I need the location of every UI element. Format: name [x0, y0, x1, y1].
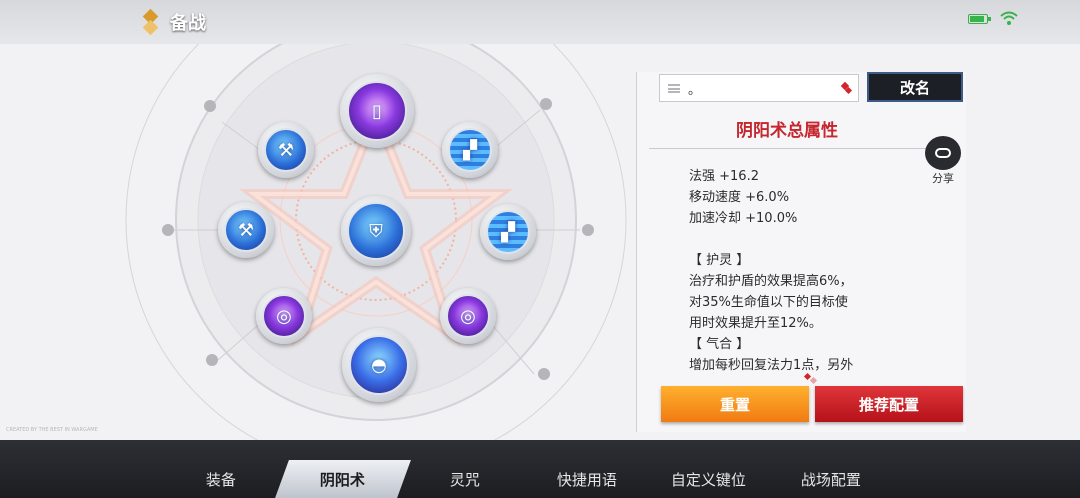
swirl-ornament: [582, 224, 594, 236]
rename-button[interactable]: 改名: [867, 72, 963, 102]
share-label: 分享: [932, 172, 954, 185]
talent-tree-background: [125, 44, 627, 440]
watermark-text: CREATED BY THE BEST IN WARGAME: [6, 427, 98, 433]
tab-label: 灵咒: [449, 470, 480, 489]
recommend-config-button[interactable]: 推荐配置: [815, 386, 963, 422]
tab-label: 快捷用语: [556, 470, 617, 489]
swirl-ornament: [540, 98, 552, 110]
tab-yinyang[interactable]: 阴阳术: [275, 460, 411, 498]
tab-battle-config[interactable]: 战场配置: [763, 460, 899, 498]
talent-node-upper-right[interactable]: ▞: [442, 122, 498, 178]
talent-node-lower-right[interactable]: ◎: [440, 288, 496, 344]
bottom-tab-bar: 装备 阴阳术 灵咒 快捷用语 自定义键位 战场配置: [0, 440, 1080, 498]
vortex-icon: ◎: [460, 305, 476, 327]
talent-node-middle-left[interactable]: ⚒: [218, 202, 274, 258]
title-divider: [649, 148, 929, 149]
title-group: 备战: [140, 8, 206, 36]
red-diamond-icon: [805, 374, 819, 386]
battery-icon: [968, 14, 991, 24]
list-icon: [668, 83, 680, 93]
config-name-field[interactable]: 。: [659, 74, 859, 102]
tab-list: 装备 阴阳术 灵咒 快捷用语 自定义键位 战场配置: [160, 460, 892, 498]
reset-button[interactable]: 重置: [661, 386, 809, 422]
talent-node-lower-left[interactable]: ◎: [256, 288, 312, 344]
attribute-text: 法强 +16.2 移动速度 +6.0% 加速冷却 +10.0% 【 护灵 】 治…: [689, 169, 854, 373]
tab-equipment[interactable]: 装备: [153, 460, 289, 498]
tab-label: 阴阳术: [320, 470, 366, 489]
attribute-panel: 。 改名 阴阳术总属性 分享 法强 +16.2 移动速度 +6.0% 加速冷却 …: [636, 72, 966, 432]
talent-tree-area: ▯ ⚒ ▞ ⚒ ⛨ ▞ ◎ ◎ ◓ CREATED BY THE BEST IN…: [0, 44, 630, 440]
talent-node-bottom[interactable]: ◓: [342, 328, 416, 402]
shield-icon: ⛨: [369, 220, 383, 242]
talent-node-middle-right[interactable]: ▞: [480, 204, 536, 260]
section-title: 阴阳术总属性: [736, 121, 838, 141]
tab-custom-keys[interactable]: 自定义键位: [641, 460, 777, 498]
diamond-icon: [140, 11, 162, 33]
tab-label: 装备: [205, 470, 236, 489]
talent-node-center[interactable]: ⛨: [341, 196, 411, 266]
share-icon: [925, 136, 961, 170]
hammer-icon: ⚒: [237, 219, 255, 241]
main-panel: ▯ ⚒ ▞ ⚒ ⛨ ▞ ◎ ◎ ◓ CREATED BY THE BEST IN…: [0, 44, 1080, 440]
helmet-icon: ◓: [371, 354, 387, 376]
talent-node-upper-left[interactable]: ⚒: [258, 122, 314, 178]
card-scroll-icon: ▯: [372, 100, 382, 122]
wifi-icon: [1000, 11, 1018, 25]
tab-label: 战场配置: [800, 470, 861, 489]
hammer-icon: ⚒: [277, 139, 295, 161]
swirl-ornament: [204, 100, 216, 112]
boot-icon: ▞: [501, 221, 515, 243]
swirl-ornament: [538, 368, 550, 380]
tab-spell[interactable]: 灵咒: [397, 460, 533, 498]
boot-icon: ▞: [463, 139, 477, 161]
tab-label: 自定义键位: [671, 470, 747, 489]
talent-node-top[interactable]: ▯: [340, 74, 414, 148]
vortex-icon: ◎: [276, 305, 292, 327]
config-name-value: 。: [688, 82, 702, 98]
red-diamond-icon: [842, 83, 852, 93]
swirl-ornament: [206, 354, 218, 366]
page-title: 备战: [170, 13, 206, 34]
tab-quick-phrases[interactable]: 快捷用语: [519, 460, 655, 498]
swirl-ornament: [162, 224, 174, 236]
top-bar: 备战: [0, 0, 1080, 44]
